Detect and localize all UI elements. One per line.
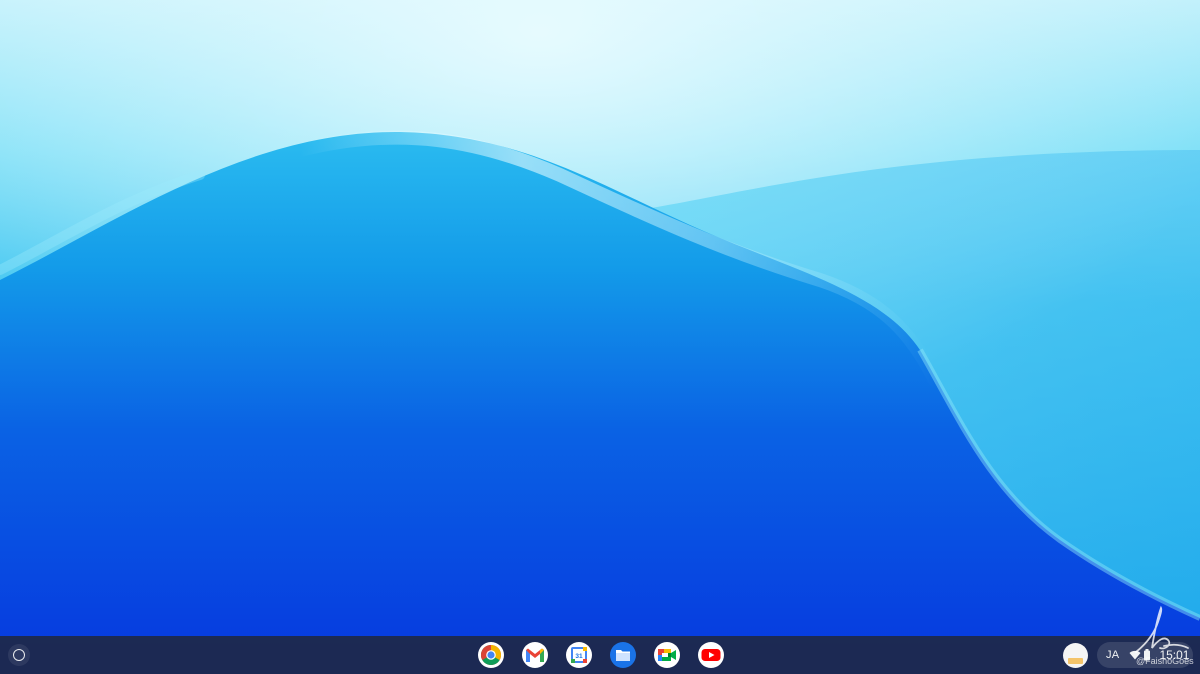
calendar-icon: 31: [571, 647, 587, 663]
wallpaper: [0, 0, 1200, 674]
desktop: 31 JA 15:01 @FaishoGoes: [0, 0, 1200, 674]
gmail-app-button[interactable]: [522, 642, 548, 668]
launcher-circle-icon: [13, 649, 25, 661]
files-icon: [616, 650, 630, 661]
meet-icon: [658, 649, 676, 661]
ime-indicator: JA: [1106, 649, 1120, 661]
pinned-apps: 31: [478, 642, 724, 668]
gmail-icon: [526, 648, 544, 662]
chrome-app-button[interactable]: [478, 642, 504, 668]
calendar-date-label: 31: [575, 653, 583, 660]
youtube-icon: [701, 649, 721, 661]
youtube-app-button[interactable]: [698, 642, 724, 668]
calendar-app-button[interactable]: 31: [566, 642, 592, 668]
chrome-icon: [481, 645, 501, 665]
meet-app-button[interactable]: [654, 642, 680, 668]
launcher-button[interactable]: [8, 644, 30, 666]
files-app-button[interactable]: [610, 642, 636, 668]
shelf: 31 JA 15:01: [0, 636, 1200, 674]
watermark-handle: @FaishoGoes: [1136, 656, 1194, 666]
holding-space-button[interactable]: [1063, 643, 1088, 668]
